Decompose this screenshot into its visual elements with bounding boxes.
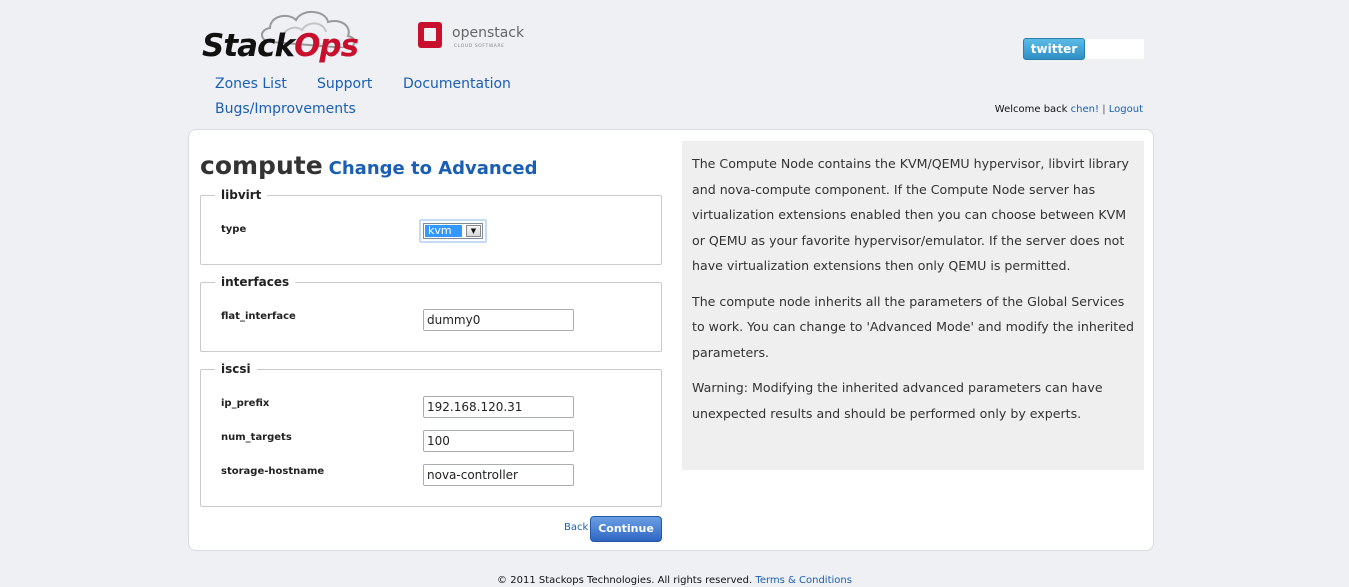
welcome-text: Welcome back xyxy=(994,104,1068,115)
interfaces-legend: interfaces xyxy=(221,275,290,289)
terms-link[interactable]: Terms & Conditions xyxy=(755,575,852,586)
openstack-name: openstack xyxy=(452,25,525,41)
flat-interface-label: flat_interface xyxy=(221,311,296,322)
logout-link[interactable]: Logout xyxy=(1109,104,1143,115)
libvirt-legend: libvirt xyxy=(221,188,262,202)
welcome-bar: Welcome back chen! | Logout xyxy=(995,104,1143,115)
type-select-value: kvm xyxy=(425,225,462,237)
help-paragraph: The compute node inherits all the parame… xyxy=(692,293,1134,360)
chevron-down-icon[interactable]: ▼ xyxy=(466,225,481,237)
type-label: type xyxy=(221,224,247,235)
twitter-count-box xyxy=(1085,39,1144,59)
twitter-button[interactable]: twitter xyxy=(1023,38,1085,60)
num-targets-input[interactable] xyxy=(423,430,574,452)
openstack-icon xyxy=(418,22,442,48)
username-link[interactable]: chen! xyxy=(1071,104,1099,115)
nav-zones-list[interactable]: Zones List xyxy=(215,76,287,92)
main-panel: compute Change to Advanced libvirt type k… xyxy=(188,129,1154,551)
help-warning: Warning: Modifying the inherited advance… xyxy=(692,380,1103,421)
num-targets-label: num_targets xyxy=(221,432,292,443)
help-paragraph: The Compute Node contains the KVM/QEMU h… xyxy=(692,156,1129,273)
page-title: compute Change to Advanced xyxy=(200,151,538,180)
nav-documentation[interactable]: Documentation xyxy=(403,76,511,92)
stackops-wordmark: StackOps xyxy=(202,28,359,64)
change-to-advanced-link[interactable]: Change to Advanced xyxy=(329,158,538,179)
type-select-inner: kvm ▼ xyxy=(423,223,483,239)
ip-prefix-label: ip_prefix xyxy=(221,398,270,409)
page-title-text: compute xyxy=(200,151,323,180)
libvirt-section: libvirt type kvm ▼ xyxy=(200,188,662,265)
stackops-logo[interactable]: StackOps xyxy=(202,8,382,64)
nav-support[interactable]: Support xyxy=(317,76,372,92)
separator: | xyxy=(1102,104,1106,115)
continue-button[interactable]: Continue xyxy=(590,516,662,542)
twitter-widget[interactable]: twitter xyxy=(1023,38,1144,60)
interfaces-section: interfaces flat_interface xyxy=(200,275,662,352)
iscsi-section: iscsi ip_prefix num_targets storage-host… xyxy=(200,362,662,507)
ip-prefix-input[interactable] xyxy=(423,396,574,418)
type-select[interactable]: kvm ▼ xyxy=(419,219,487,243)
flat-interface-input[interactable] xyxy=(423,309,574,331)
copyright-text: © 2011 Stackops Technologies. All rights… xyxy=(497,575,753,586)
storage-hostname-label: storage-hostname xyxy=(221,466,325,477)
help-box: The Compute Node contains the KVM/QEMU h… xyxy=(682,141,1144,470)
openstack-tagline: CLOUD SOFTWARE xyxy=(454,44,505,49)
storage-hostname-input[interactable] xyxy=(423,464,574,486)
nav-bugs-improvements[interactable]: Bugs/Improvements xyxy=(215,101,356,117)
back-link[interactable]: Back xyxy=(564,522,588,533)
iscsi-legend: iscsi xyxy=(221,362,251,376)
footer: © 2011 Stackops Technologies. All rights… xyxy=(0,575,1349,586)
